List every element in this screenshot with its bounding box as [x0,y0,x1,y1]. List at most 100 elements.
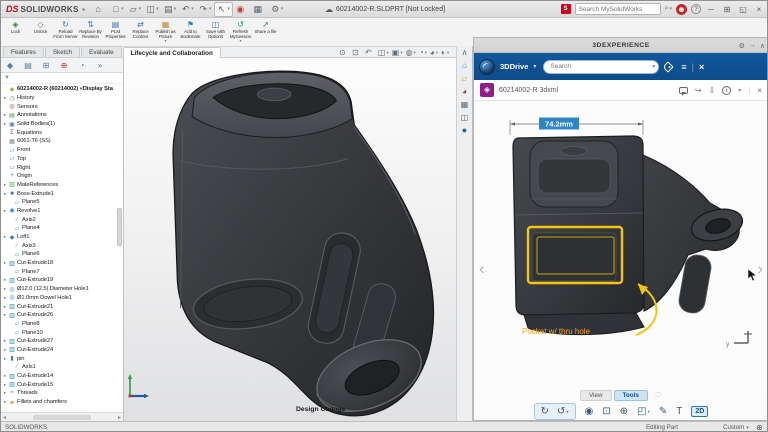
help-icon[interactable]: ? [691,4,701,14]
unlock-button[interactable]: ◇ Unlock ▾ [28,19,53,46]
rebuild-icon[interactable]: ◉ ▾ [234,2,251,17]
tool-dropdown-icon[interactable]: ▾ [566,409,568,415]
tree-item[interactable]: ▸ ▥ Cut-Extrude15 [2,380,123,389]
tree-item[interactable]: ▸ ▤ Annotations [2,111,123,120]
refresh-mysession-button[interactable]: ↺ Refresh MySession ▾ [228,19,253,46]
edit-appearance-icon[interactable]: ◕ ▾ [430,48,438,57]
tree-item[interactable]: ▸ + Origin [2,172,123,181]
replace-content-button[interactable]: ⇄ Replace Content ▾ [128,19,153,46]
3ds-compass-icon[interactable] [479,58,495,75]
scroll-thumb[interactable] [33,414,91,420]
menu-expand-icon[interactable]: ▸ [83,6,86,13]
file-item-title[interactable]: 60214002-R 3dxml [499,87,558,94]
next-item-icon[interactable]: › [757,259,763,279]
open-icon[interactable]: ▱ ▾ [127,2,144,17]
task-home-icon[interactable]: ⌂ [462,61,467,70]
tab-lifecycle-and-collaboration[interactable]: Lifecycle and Collaboration [122,47,221,58]
sw-resources-icon[interactable]: S [560,4,571,14]
orbit-tool-icon[interactable]: ↻ [541,406,549,417]
task-appearances-icon[interactable]: ◕ [462,87,467,96]
replace-by-revision-button[interactable]: ⇅ Replace By Revision ▾ [78,19,103,46]
tree-item[interactable]: ▸ ∕ Axis1 [2,363,123,372]
close-button[interactable]: × [753,5,765,14]
file-properties-icon[interactable]: ▦ ▾ [251,2,268,17]
plm-properties-button[interactable]: ▤ PLM Properties ▾ [103,19,128,46]
tree-item[interactable]: ▸ ∕ Axis2 [2,215,123,224]
part-3d-view[interactable] [124,66,454,421]
search-dropdown-icon[interactable]: ▾ [669,6,672,12]
tree-item[interactable]: ▸ ∕ Axis3 [2,241,123,250]
tree-item[interactable]: ▸ ▱ Plane6 [2,250,123,259]
connection-globe-icon[interactable]: ⊕ [756,423,763,431]
select-icon[interactable]: ↖ ▾ [214,1,233,17]
tree-item[interactable]: ▸ ▱ Plane7 [2,267,123,276]
part-preview-view[interactable]: 74.2mm Pocket w/ thru hole y [486,105,758,349]
comment-icon[interactable] [678,86,688,96]
tab-sketch[interactable]: Sketch [44,46,81,57]
task-collapse-icon[interactable]: ∧ [462,48,468,57]
zoom-to-area-icon[interactable]: ⊡ ▾ [352,48,362,57]
more-tabs-icon[interactable]: » [94,61,106,70]
new-document-icon[interactable]: □ ▾ [109,2,126,17]
tree-horizontal-scrollbar[interactable]: ◂ ▸ [1,412,123,421]
panel-search-input[interactable] [543,59,660,74]
search-input[interactable] [574,3,661,15]
draw-tool-icon[interactable]: ✎ [659,406,667,417]
tree-filter[interactable]: ▼ [1,73,123,84]
panel-collapse-icon[interactable]: ∧ [760,42,765,50]
zoom-to-fit-icon[interactable]: ⊙ ▾ [339,48,349,57]
favorite-icon[interactable]: ♡ [655,391,662,400]
redo-icon[interactable]: ↷ ▾ [197,2,214,17]
appbar-close-icon[interactable]: × [699,62,704,72]
tree-item[interactable]: ▸ ▱ Plane8 [2,320,123,329]
options-icon[interactable]: ⚙ ▾ [269,2,286,17]
panel-menu-icon[interactable]: ≡ [681,62,686,72]
view-orientation-icon[interactable]: ▣ ▾ [392,48,403,57]
task-custom-properties-icon[interactable]: ▦ [461,100,469,109]
print-icon[interactable]: ▤ ▾ [162,2,179,17]
text-tool-icon[interactable]: T [676,406,682,417]
task-3dexperience-icon[interactable]: ● [462,126,467,135]
panel-search-dropdown-icon[interactable]: ▾ [652,63,655,70]
item-close-icon[interactable]: × [757,86,762,95]
reload-from-server-button[interactable]: ↻ Reload From Server ▾ [53,19,78,46]
tree-item[interactable]: ▸ ▥ Cut-Extrude26 [2,311,123,320]
pan-tool-icon[interactable]: ◰ ▾ [637,406,650,417]
panel-settings-icon[interactable]: ⚙ [739,42,745,50]
tree-item[interactable]: ▸ ▥ Cut-Extrude19 [2,276,123,285]
tree-item[interactable]: ▸ ◎ Ø1.0mm Dowel Hole1 [2,294,123,303]
tree-item[interactable]: ▸ ▥ Cut-Extrude27 [2,337,123,346]
tree-item[interactable]: ▸ ◎ Sensors [2,102,123,111]
restore-button[interactable]: ◱ [737,5,749,14]
tree-item[interactable]: ▸ ◎ Ø12.0 (12.5) Diameter Hole1 [2,285,123,294]
tree-item[interactable]: ▸ ▱ Plane5 [2,198,123,207]
tree-item[interactable]: ▸ ▣ Solid Bodies(1) [2,120,123,129]
view-settings-icon[interactable]: ◐ ▾ [441,48,449,57]
displaymanager-tab-icon[interactable]: ◔ [76,61,88,70]
propertymanager-tab-icon[interactable]: ▤ [22,61,34,70]
tree-item[interactable]: ▸ ▮ pin [2,354,123,363]
previous-item-icon[interactable]: ‹ [479,259,485,279]
tree-item[interactable]: ▸ ▱ Plane10 [2,328,123,337]
units-selector[interactable]: Custom ▾ [723,424,749,431]
minimize-button[interactable]: ─ [705,5,717,14]
user-avatar[interactable]: ☻ [676,3,687,15]
tree-item[interactable]: ▸ ▥ Cut-Extrude24 [2,346,123,355]
dimxpertmanager-tab-icon[interactable]: ⊕ [58,61,70,70]
add-to-bookmark-button[interactable]: ⚑ Add to Bookmark ▾ [178,19,203,46]
3d-preview-area[interactable]: ‹ › 74.2mm Pocket w/ thru hole y [474,101,767,389]
save-icon[interactable]: ◫ ▾ [144,2,161,17]
zoom-area-tool-icon[interactable]: ⊕ [620,406,628,417]
tab-evaluate[interactable]: Evaluate [81,46,122,57]
task-folder-icon[interactable]: ▱ [461,74,467,83]
lock-button[interactable]: ◈ Lock ▾ [3,19,28,46]
units-dropdown-icon[interactable]: ▾ [746,425,749,431]
hide-show-items-icon[interactable]: ◔ ▾ [419,48,427,57]
home-icon[interactable]: ⌂ ▾ [92,2,109,17]
2d-mode-button[interactable]: 2D [691,406,709,417]
scroll-right-icon[interactable]: ▸ [118,414,121,421]
fit-tool-icon[interactable]: ⊡ [602,406,610,417]
tree-item[interactable]: ▸ ◆ Loft1 [2,233,123,242]
app-dropdown-icon[interactable]: ▾ [533,63,536,70]
tree-item[interactable]: ▸ ◆ 60214002-R (60214002) «Display Sta [2,85,123,94]
